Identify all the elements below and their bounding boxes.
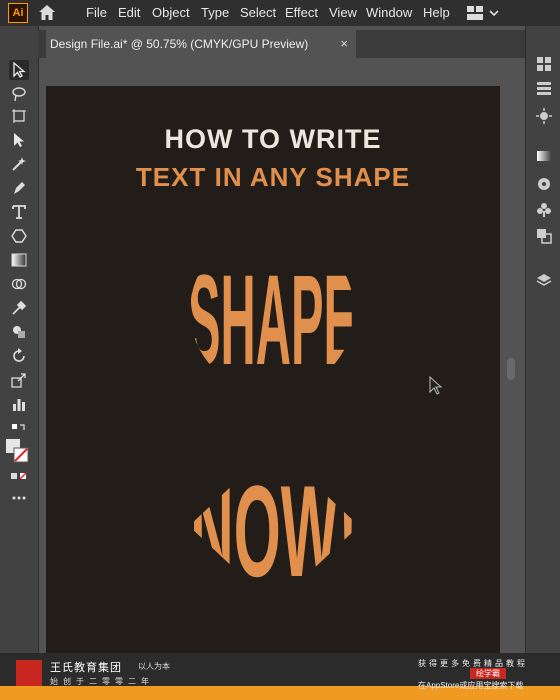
document-tabbar: Design File.ai* @ 50.75% (CMYK/GPU Previ… [38, 30, 525, 58]
lasso-tool-icon[interactable] [9, 84, 29, 104]
shape-circle-text: SHAPE [188, 249, 356, 392]
workspace-icon[interactable] [466, 5, 500, 21]
more-tools-icon[interactable] [9, 488, 29, 508]
scale-icon[interactable] [9, 370, 29, 390]
headline-line-1: HOW TO WRITE [164, 124, 382, 154]
selection-tool-icon[interactable] [9, 60, 29, 80]
vertical-scrollbar[interactable] [506, 60, 516, 680]
libraries-icon[interactable] [534, 78, 554, 98]
shape-builder-icon[interactable] [9, 322, 29, 342]
brand-subtitle: 始创于二零零二年 [50, 677, 154, 686]
menu-window[interactable]: Window [366, 5, 412, 20]
type-tool-icon[interactable] [9, 202, 29, 222]
right-panel-dock [525, 26, 560, 700]
brand-tagline: 以人为本 [138, 662, 170, 671]
properties-icon[interactable] [534, 54, 554, 74]
blend-tool-icon[interactable] [9, 274, 29, 294]
home-icon[interactable] [38, 4, 56, 21]
promo-text-2: 绘学霸 [470, 668, 506, 679]
close-icon[interactable]: × [340, 36, 348, 51]
headline-line-2: TEXT IN ANY SHAPE [135, 162, 411, 192]
gradient-icon[interactable] [9, 250, 29, 270]
scrollbar-thumb[interactable] [507, 358, 515, 380]
menu-select[interactable]: Select [240, 5, 276, 20]
shape-word: SHAPE [188, 249, 356, 392]
rotate-icon[interactable] [9, 346, 29, 366]
menu-file[interactable]: File [86, 5, 107, 20]
now-word: NOW! [190, 458, 358, 604]
gradient-panel-icon[interactable] [534, 146, 554, 166]
menu-object[interactable]: Object [152, 5, 190, 20]
document-tab[interactable]: Design File.ai* @ 50.75% (CMYK/GPU Previ… [46, 30, 356, 58]
tools-panel [0, 26, 39, 700]
appearance-icon[interactable] [534, 106, 554, 126]
graph-icon[interactable] [9, 394, 29, 414]
layers-icon[interactable] [534, 270, 554, 290]
brand-name: 王氏教育集团 [50, 662, 122, 674]
brand-logo-icon [16, 660, 42, 686]
menubar: Ai File Edit Object Type Select Effect V… [0, 0, 560, 26]
swap-colors-icon[interactable] [9, 418, 29, 438]
artboard[interactable]: HOW TO WRITE TEXT IN ANY SHAPE SHAPE NOW… [46, 86, 500, 653]
eyedropper-icon[interactable] [9, 298, 29, 318]
menu-type[interactable]: Type [201, 5, 229, 20]
magic-wand-icon[interactable] [9, 154, 29, 174]
direct-selection-icon[interactable] [9, 130, 29, 150]
pathfinder-icon[interactable] [534, 226, 554, 246]
pen-tool-icon[interactable] [9, 178, 29, 198]
document-tab-title: Design File.ai* @ 50.75% (CMYK/GPU Previ… [50, 37, 309, 51]
color-mode-icon[interactable] [9, 466, 29, 486]
color-swatch-icon[interactable] [5, 438, 29, 464]
menu-edit[interactable]: Edit [118, 5, 140, 20]
cursor-icon [429, 376, 443, 395]
menu-effect[interactable]: Effect [285, 5, 318, 20]
app-logo[interactable]: Ai [8, 3, 28, 23]
promo-text-3: 在AppStore或应用宝搜索下载 [418, 681, 524, 690]
color-panel-icon[interactable] [534, 174, 554, 194]
polygon-tool-icon[interactable] [9, 226, 29, 246]
shape-diamond-text: NOW! [190, 458, 358, 604]
menu-help[interactable]: Help [423, 5, 450, 20]
menu-view[interactable]: View [329, 5, 357, 20]
artboard-tool-icon[interactable] [9, 106, 29, 126]
symbols-icon[interactable] [534, 200, 554, 220]
